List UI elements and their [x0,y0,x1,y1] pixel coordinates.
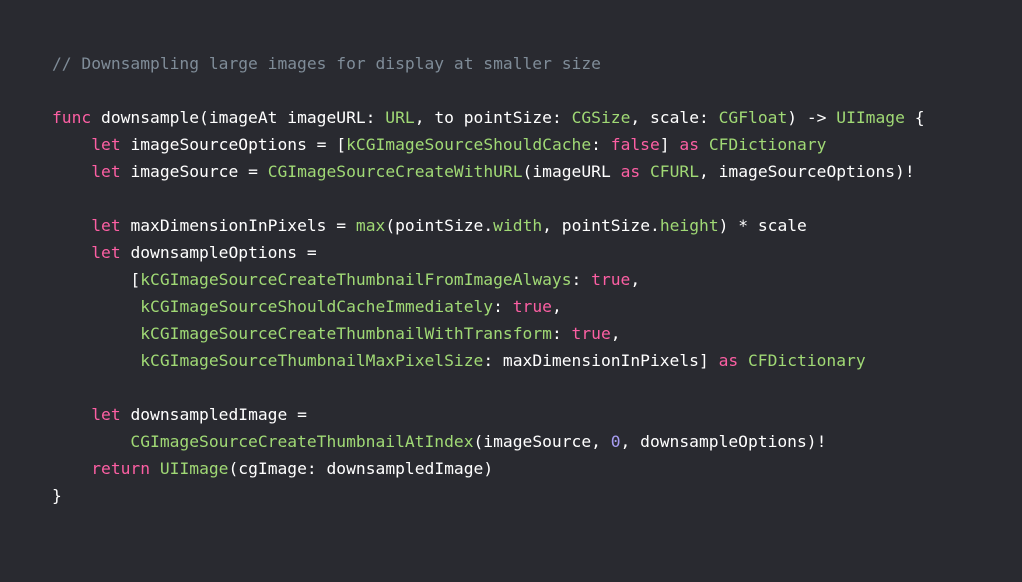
code-line: kCGImageSourceThumbnailMaxPixelSize: max… [52,347,1022,374]
code-token-plain: [ [52,270,141,289]
code-token-keyword: let [91,405,121,424]
code-token-func: kCGImageSourceThumbnailMaxPixelSize [140,351,484,370]
code-token-plain: ) -> [787,108,837,127]
code-token-plain: : [571,270,592,289]
code-line: } [52,482,1022,509]
code-token-type: CFDictionary [708,135,827,154]
code-token-func: max [355,216,386,235]
code-token-type: UIImage [159,459,229,478]
code-token-keyword: func [52,108,92,127]
code-token-plain: : maxDimensionInPixels] [483,351,719,370]
code-token-plain: { [904,108,925,127]
code-line: let downsampledImage = [52,401,1022,428]
code-token-plain: , to pointSize: [414,108,572,127]
code-line: let imageSource = CGImageSourceCreateWit… [52,158,1022,185]
code-token-plain: , [630,270,641,289]
code-token-keyword: as [679,135,699,154]
code-token-plain: ] [659,135,680,154]
code-line: let maxDimensionInPixels = max(pointSize… [52,212,1022,239]
code-token-type: CFDictionary [748,351,866,370]
code-line: kCGImageSourceShouldCacheImmediately: tr… [52,293,1022,320]
code-token-keyword: let [91,135,121,154]
code-line: kCGImageSourceCreateThumbnailWithTransfo… [52,320,1022,347]
code-token-keyword: let [91,162,121,181]
code-token-type: URL [385,108,415,127]
code-token-type: UIImage [836,108,905,127]
code-token-plain: : [493,297,513,316]
code-token-func: kCGImageSourceShouldCacheImmediately [140,297,494,316]
code-token-type: CGSize [571,108,631,127]
code-token-plain: (pointSize. [385,216,494,235]
code-token-func: kCGImageSourceCreateThumbnailFromImageAl… [140,270,572,289]
code-token-type: CFURL [650,162,700,181]
code-editor: // Downsampling large images for display… [0,0,1022,582]
code-token-keyword: as [620,162,641,181]
code-line: let downsampleOptions = [52,239,1022,266]
code-token-plain: : [551,324,572,343]
code-token-keyword: let [91,243,121,262]
code-line: let imageSourceOptions = [kCGImageSource… [52,131,1022,158]
code-line: [kCGImageSourceCreateThumbnailFromImageA… [52,266,1022,293]
code-token-plain: , [551,297,562,316]
code-token-plain: maxDimensionInPixels = [120,216,356,235]
code-token-plain: , scale: [630,108,719,127]
code-token-type: CGFloat [718,108,788,127]
code-token-plain: } [52,486,62,505]
code-token-func: CGImageSourceCreateWithURL [267,162,523,181]
code-token-keyword: true [591,270,631,289]
code-token-keyword: true [512,297,552,316]
code-line: return UIImage(cgImage: downsampledImage… [52,455,1022,482]
code-token-keyword: let [91,216,121,235]
code-token-prop: height [659,216,719,235]
code-token-prop: width [493,216,543,235]
code-token-plain: (imageSource, [473,432,611,451]
code-token-plain: (cgImage: downsampledImage) [228,459,494,478]
code-token-plain: , downsampleOptions)! [620,432,827,451]
code-token-plain: (imageURL [522,162,621,181]
code-token-func: CGImageSourceCreateThumbnailAtIndex [130,432,474,451]
code-line: func downsample(imageAt imageURL: URL, t… [52,104,1022,131]
code-token-plain: imageSourceOptions = [ [120,135,347,154]
code-token-plain: downsample(imageAt imageURL: [91,108,386,127]
code-token-plain: , [610,324,621,343]
code-token-plain: imageSource = [120,162,268,181]
code-token-plain: , imageSourceOptions)! [699,162,915,181]
code-token-keyword: false [610,135,660,154]
code-token-keyword: as [718,351,739,370]
code-token-plain: , pointSize. [542,216,660,235]
code-token-func: kCGImageSourceCreateThumbnailWithTransfo… [140,324,552,343]
code-token-number: 0 [610,432,621,451]
code-token-keyword: return [91,459,151,478]
code-token-func: kCGImageSourceShouldCache [346,135,592,154]
code-line: // Downsampling large images for display… [52,50,1022,77]
code-token-comment: // Downsampling large images for display… [52,54,601,73]
code-token-plain: downsampleOptions = [120,243,317,262]
code-token-plain: ) * scale [718,216,807,235]
code-token-keyword: true [571,324,611,343]
code-token-plain: : [591,135,611,154]
code-token-plain: downsampledImage = [120,405,307,424]
code-line: CGImageSourceCreateThumbnailAtIndex(imag… [52,428,1022,455]
